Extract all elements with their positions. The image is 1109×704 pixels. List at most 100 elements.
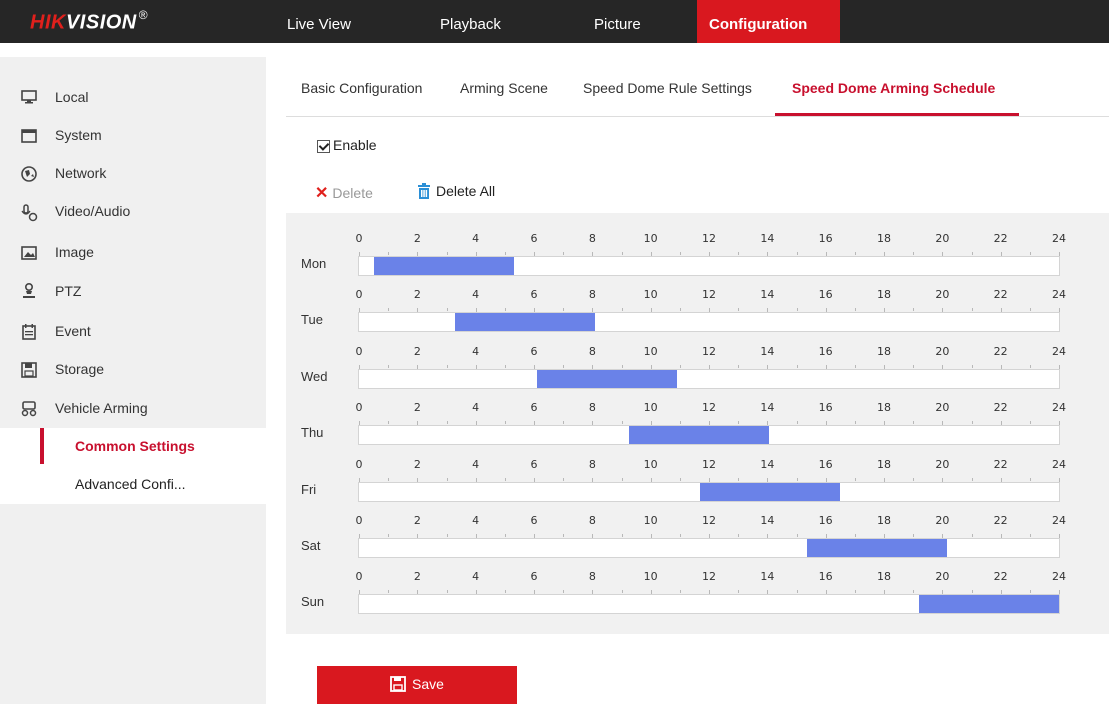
checkbox-checked-icon[interactable] <box>317 139 330 153</box>
sidebar-item-image[interactable]: Image <box>0 234 266 272</box>
day-track-fri[interactable] <box>358 481 1060 502</box>
monitor-icon <box>21 90 37 104</box>
delete-button[interactable]: ✕ Delete <box>315 183 373 203</box>
sidebar-item-label: Event <box>55 323 91 339</box>
hour-tick-label: 4 <box>472 232 480 245</box>
day-track-sat[interactable] <box>358 538 1060 558</box>
hour-tick-label: 18 <box>877 401 891 415</box>
hour-tick-label: 12 <box>702 288 716 302</box>
sidebar-item-event[interactable]: Event <box>0 313 266 351</box>
hour-tick-label: 4 <box>472 288 480 302</box>
delete-all-button[interactable]: Delete All <box>416 183 495 199</box>
hour-tick-mark <box>679 421 681 425</box>
nav-live-view[interactable]: Live View <box>275 0 363 43</box>
hour-tick-label: 2 <box>413 514 421 527</box>
sidebar-item-vehicle-arming[interactable]: Vehicle Arming <box>0 390 266 428</box>
enable-label: Enable <box>333 137 377 153</box>
hour-tick-label: 16 <box>818 457 833 471</box>
hour-tick-mark <box>504 590 506 594</box>
hour-tick-mark <box>563 308 565 312</box>
day-track-tue[interactable] <box>358 312 1060 333</box>
enable-checkbox[interactable]: Enable <box>317 137 377 153</box>
hour-tick-mark <box>388 590 390 594</box>
hour-tick-label: 16 <box>818 514 833 527</box>
hour-tick-mark <box>796 477 798 481</box>
hour-tick-mark <box>1029 421 1031 425</box>
save-button[interactable]: Save <box>317 666 517 704</box>
hour-tick-mark <box>913 477 915 481</box>
hour-tick-mark <box>388 308 390 312</box>
nav-configuration[interactable]: Configuration <box>697 0 840 43</box>
hour-tick-label: 8 <box>588 570 596 584</box>
hour-tick-label: 12 <box>702 457 716 471</box>
day-track-sun[interactable] <box>358 594 1060 615</box>
schedule-bar[interactable] <box>700 482 841 501</box>
nav-picture[interactable]: Picture <box>582 0 653 43</box>
hour-tick-label: 18 <box>877 232 891 245</box>
hour-tick-label: 20 <box>935 401 950 415</box>
hour-tick-mark <box>388 364 390 368</box>
hour-tick-label: 14 <box>760 344 775 358</box>
microphone-camera-icon <box>21 204 38 222</box>
hour-tick-label: 14 <box>760 401 775 415</box>
hour-tick-mark <box>1029 308 1031 312</box>
hour-tick-label: 4 <box>472 457 480 471</box>
schedule-panel <box>286 213 1109 634</box>
hour-tick-mark <box>504 421 506 425</box>
sidebar-item-storage[interactable]: Storage <box>0 351 266 389</box>
sidebar-subitem-advanced-config[interactable]: Advanced Confi... <box>0 466 266 504</box>
sidebar-item-local[interactable]: Local <box>0 78 266 116</box>
tab-basic-configuration[interactable]: Basic Configuration <box>301 80 422 96</box>
schedule-bar[interactable] <box>455 313 596 332</box>
schedule-bar[interactable] <box>806 539 947 557</box>
schedule-bar[interactable] <box>373 257 514 275</box>
hour-tick-mark <box>446 534 448 537</box>
hour-tick-label: 12 <box>702 401 716 415</box>
day-label-tue: Tue <box>301 312 323 328</box>
hour-tick-label: 12 <box>702 344 716 358</box>
hour-tick-mark <box>854 252 856 255</box>
day-track-thu[interactable] <box>358 425 1060 446</box>
hour-tick-mark <box>504 477 506 481</box>
hour-tick-mark <box>971 477 973 481</box>
trash-icon <box>418 183 430 199</box>
hour-tick-mark <box>388 534 390 537</box>
calendar-icon <box>22 324 36 340</box>
day-track-wed[interactable] <box>358 368 1060 389</box>
schedule-bar[interactable] <box>919 595 1059 614</box>
sidebar-item-network[interactable]: Network <box>0 155 266 193</box>
hour-tick-mark <box>971 252 973 255</box>
hour-tick-label: 24 <box>1052 344 1066 358</box>
hour-tick-mark <box>796 534 798 537</box>
hour-tick-mark <box>621 477 623 481</box>
hour-tick-label: 6 <box>530 401 538 415</box>
tab-speed-dome-rule-settings[interactable]: Speed Dome Rule Settings <box>583 80 752 96</box>
hour-tick-label: 24 <box>1052 401 1066 415</box>
hour-tick-label: 8 <box>588 232 596 245</box>
hour-tick-label: 6 <box>530 288 538 302</box>
sidebar-item-ptz[interactable]: PTZ <box>0 273 266 311</box>
schedule-bar[interactable] <box>628 426 769 445</box>
tab-arming-scene[interactable]: Arming Scene <box>460 80 548 96</box>
globe-icon <box>21 166 37 182</box>
sidebar-item-label: Video/Audio <box>55 203 131 219</box>
nav-playback[interactable]: Playback <box>428 0 513 43</box>
hour-tick-label: 22 <box>993 570 1008 584</box>
hour-tick-label: 24 <box>1052 514 1066 527</box>
tab-speed-dome-arming-schedule[interactable]: Speed Dome Arming Schedule <box>792 80 995 96</box>
hour-tick-label: 20 <box>935 457 950 471</box>
hour-tick-mark <box>504 364 506 368</box>
hour-tick-mark <box>913 590 915 594</box>
hour-tick-mark <box>738 534 740 537</box>
vehicle-icon <box>21 401 37 417</box>
hour-tick-mark <box>738 477 740 481</box>
day-track-mon[interactable] <box>358 256 1060 276</box>
sidebar-subitem-common-settings[interactable]: Common Settings <box>0 428 266 466</box>
schedule-bar[interactable] <box>536 369 677 388</box>
hour-tick-label: 6 <box>530 570 538 584</box>
sidebar-item-system[interactable]: System <box>0 117 266 155</box>
hour-tick-label: 16 <box>818 288 833 302</box>
hour-tick-label: 2 <box>413 232 421 245</box>
hour-tick-mark <box>913 308 915 312</box>
sidebar-item-video-audio[interactable]: Video/Audio <box>0 194 266 232</box>
